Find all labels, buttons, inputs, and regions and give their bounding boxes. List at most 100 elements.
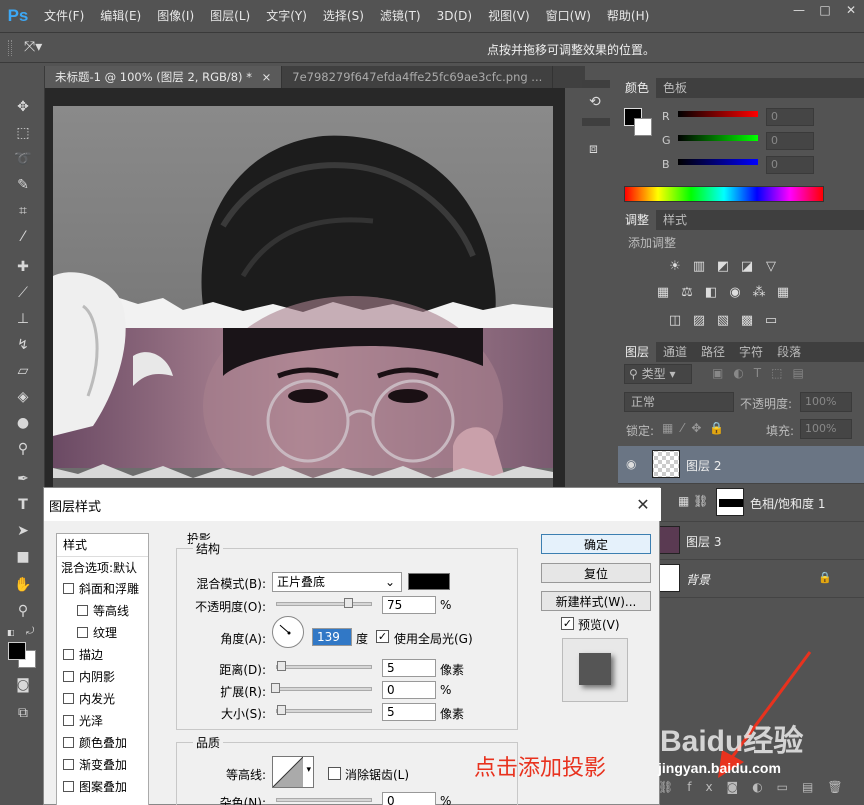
style-stroke[interactable]: 描边 xyxy=(57,644,148,666)
style-pattern-overlay[interactable]: 图案叠加 xyxy=(57,776,148,798)
tab-styles[interactable]: 样式 xyxy=(656,210,694,230)
path-select-icon[interactable]: ➤ xyxy=(10,520,36,542)
tab-swatches[interactable]: 色板 xyxy=(656,78,694,98)
close-button[interactable]: ✕ xyxy=(838,0,864,20)
menu-layer[interactable]: 图层(L) xyxy=(202,0,258,33)
posterize-icon[interactable]: ▨ xyxy=(690,312,708,328)
style-checkbox[interactable] xyxy=(63,715,74,726)
opacity-slider-thumb[interactable] xyxy=(344,598,353,608)
opacity-input[interactable]: 100% xyxy=(800,392,852,412)
menu-file[interactable]: 文件(F) xyxy=(36,0,92,33)
fill-input[interactable]: 100% xyxy=(800,419,852,439)
channel-mixer-icon[interactable]: ⁂ xyxy=(750,284,768,300)
tab-adjustments[interactable]: 调整 xyxy=(618,210,657,230)
grip-handle[interactable] xyxy=(8,40,12,56)
dialog-close-button[interactable]: ✕ xyxy=(632,494,654,514)
spread-input[interactable]: 0 xyxy=(382,681,436,699)
document-canvas[interactable] xyxy=(53,106,553,506)
style-checkbox[interactable] xyxy=(63,649,74,660)
tab-paths[interactable]: 路径 xyxy=(694,342,732,362)
tab-character[interactable]: 字符 xyxy=(732,342,770,362)
ok-button[interactable]: 确定 xyxy=(541,534,651,554)
minimize-button[interactable]: — xyxy=(786,0,812,20)
shape-tool-icon[interactable]: ■ xyxy=(10,546,36,568)
layer-row-layer2[interactable]: ◉ 图层 2 xyxy=(618,446,864,484)
style-checkbox[interactable] xyxy=(63,671,74,682)
angle-input[interactable]: 139 xyxy=(312,628,352,646)
hue-saturation-icon[interactable]: ▦ xyxy=(654,284,672,300)
color-balance-icon[interactable]: ⚖ xyxy=(678,284,696,300)
gradient-map-icon[interactable]: ▭ xyxy=(762,312,780,328)
menu-type[interactable]: 文字(Y) xyxy=(258,0,315,33)
style-texture[interactable]: 纹理 xyxy=(57,622,148,644)
size-input[interactable]: 5 xyxy=(382,703,436,721)
blend-mode-select[interactable]: 正片叠底 ⌄ xyxy=(272,572,402,592)
menu-filter[interactable]: 滤镜(T) xyxy=(372,0,429,33)
distance-slider-thumb[interactable] xyxy=(277,661,286,671)
size-slider[interactable] xyxy=(276,709,372,713)
vibrance-icon[interactable]: ▽ xyxy=(762,258,780,274)
tab-layers[interactable]: 图层 xyxy=(618,342,657,362)
style-list-header[interactable]: 样式 xyxy=(57,534,148,556)
marquee-tool-icon[interactable]: ⬚ xyxy=(10,122,36,144)
style-blend-options[interactable]: 混合选项:默认 xyxy=(57,556,148,578)
layer-filter-select[interactable]: ⚲ 类型 ▾ xyxy=(624,364,692,384)
size-slider-thumb[interactable] xyxy=(277,705,286,715)
panel-grip[interactable] xyxy=(582,118,610,126)
tab-close-icon[interactable]: × xyxy=(262,70,272,84)
brush-tool-icon[interactable]: ⟋ xyxy=(10,282,36,304)
reset-button[interactable]: 复位 xyxy=(541,563,651,583)
spread-slider[interactable] xyxy=(276,687,372,691)
blend-mode-select[interactable]: 正常 xyxy=(624,392,734,412)
menu-help[interactable]: 帮助(H) xyxy=(599,0,657,33)
style-color-overlay[interactable]: 颜色叠加 xyxy=(57,732,148,754)
color-spectrum[interactable] xyxy=(624,186,824,202)
b-value-input[interactable]: 0 xyxy=(766,156,814,174)
curves-icon[interactable]: ◩ xyxy=(714,258,732,274)
move-tool-icon[interactable]: ✥ xyxy=(10,96,36,118)
menu-view[interactable]: 视图(V) xyxy=(480,0,538,33)
photo-filter-icon[interactable]: ◉ xyxy=(726,284,744,300)
g-gradient-bar[interactable] xyxy=(678,135,758,141)
quick-select-tool-icon[interactable]: ✎ xyxy=(10,174,36,196)
default-colors-icon[interactable]: ◧ xyxy=(7,628,17,638)
angle-dial[interactable] xyxy=(272,616,304,648)
color-slider-r[interactable]: R 0 xyxy=(618,108,864,130)
invert-icon[interactable]: ◫ xyxy=(666,312,684,328)
contour-picker[interactable]: ▾ xyxy=(272,756,314,788)
visibility-eye-icon[interactable]: ◉ xyxy=(626,457,636,471)
swap-colors-icon[interactable]: ⤾ xyxy=(26,626,34,637)
style-checkbox[interactable] xyxy=(77,627,88,638)
crop-tool-icon[interactable]: ⌗ xyxy=(10,200,36,222)
levels-icon[interactable]: ▥ xyxy=(690,258,708,274)
style-inner-shadow[interactable]: 内阴影 xyxy=(57,666,148,688)
tab-png-file[interactable]: 7e798279f647efda4ffe25fc69ae3cfc.png ... xyxy=(282,66,554,88)
black-white-icon[interactable]: ◧ xyxy=(702,284,720,300)
style-checkbox[interactable] xyxy=(63,759,74,770)
style-gradient-overlay[interactable]: 渐变叠加 xyxy=(57,754,148,776)
menu-edit[interactable]: 编辑(E) xyxy=(92,0,149,33)
stamp-tool-icon[interactable]: ⊥ xyxy=(10,308,36,330)
brightness-icon[interactable]: ☀ xyxy=(666,258,684,274)
style-inner-glow[interactable]: 内发光 xyxy=(57,688,148,710)
tab-color[interactable]: 颜色 xyxy=(618,78,657,98)
antialias-checkbox[interactable] xyxy=(328,767,341,780)
shadow-color-swatch[interactable] xyxy=(408,573,450,590)
selective-color-icon[interactable]: ▩ xyxy=(738,312,756,328)
screen-mode-icon[interactable]: ⧉ xyxy=(10,702,36,724)
tab-paragraph[interactable]: 段落 xyxy=(770,342,808,362)
distance-slider[interactable] xyxy=(276,665,372,669)
color-lookup-icon[interactable]: ▦ xyxy=(774,284,792,300)
spread-slider-thumb[interactable] xyxy=(271,683,280,693)
blur-tool-icon[interactable]: ● xyxy=(10,412,36,434)
distance-input[interactable]: 5 xyxy=(382,659,436,677)
lock-icons[interactable]: ▦⁄✥🔒 xyxy=(662,421,732,435)
style-checkbox[interactable] xyxy=(63,693,74,704)
threshold-icon[interactable]: ▧ xyxy=(714,312,732,328)
panel-grip[interactable] xyxy=(582,80,610,88)
foreground-color-swatch[interactable] xyxy=(8,642,26,660)
pen-tool-icon[interactable]: ✒ xyxy=(10,468,36,490)
menu-image[interactable]: 图像(I) xyxy=(149,0,202,33)
style-checkbox[interactable] xyxy=(63,583,74,594)
style-checkbox[interactable] xyxy=(77,605,88,616)
